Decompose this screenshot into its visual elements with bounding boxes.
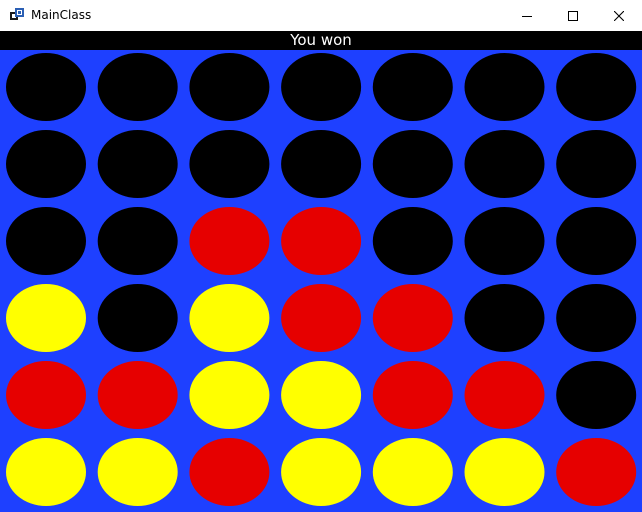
yellow-disc[interactable] <box>6 438 86 506</box>
empty-slot[interactable] <box>556 207 637 275</box>
empty-slot[interactable] <box>97 53 178 121</box>
empty-slot[interactable] <box>6 207 86 275</box>
empty-slot[interactable] <box>372 207 453 275</box>
red-disc[interactable] <box>189 207 270 275</box>
empty-slot[interactable] <box>189 130 270 198</box>
status-message: You won <box>0 31 642 50</box>
red-disc[interactable] <box>281 207 362 275</box>
close-icon <box>614 10 624 21</box>
red-disc[interactable] <box>189 438 270 506</box>
empty-slot[interactable] <box>372 130 453 198</box>
yellow-disc[interactable] <box>281 361 362 429</box>
red-disc[interactable] <box>97 361 178 429</box>
red-disc[interactable] <box>464 361 545 429</box>
empty-slot[interactable] <box>6 130 86 198</box>
empty-slot[interactable] <box>97 207 178 275</box>
empty-slot[interactable] <box>6 53 86 121</box>
yellow-disc[interactable] <box>281 438 362 506</box>
red-disc[interactable] <box>281 284 362 352</box>
empty-slot[interactable] <box>97 284 178 352</box>
empty-slot[interactable] <box>97 130 178 198</box>
yellow-disc[interactable] <box>189 361 270 429</box>
game-window: MainClass You won <box>0 0 642 512</box>
empty-slot[interactable] <box>556 361 637 429</box>
maximize-button[interactable] <box>550 0 596 31</box>
empty-slot[interactable] <box>281 130 362 198</box>
empty-slot[interactable] <box>372 53 453 121</box>
empty-slot[interactable] <box>556 284 637 352</box>
maximize-icon <box>568 10 578 21</box>
yellow-disc[interactable] <box>189 284 270 352</box>
red-disc[interactable] <box>556 438 637 506</box>
empty-slot[interactable] <box>189 53 270 121</box>
title-bar[interactable]: MainClass <box>0 0 642 31</box>
minimize-button[interactable] <box>504 0 550 31</box>
java-app-icon <box>10 8 24 20</box>
empty-slot[interactable] <box>464 284 545 352</box>
empty-slot[interactable] <box>556 53 637 121</box>
empty-slot[interactable] <box>281 53 362 121</box>
yellow-disc[interactable] <box>372 438 453 506</box>
yellow-disc[interactable] <box>6 284 86 352</box>
red-disc[interactable] <box>372 284 453 352</box>
yellow-disc[interactable] <box>464 438 545 506</box>
red-disc[interactable] <box>372 361 453 429</box>
board-grid[interactable] <box>0 50 642 512</box>
empty-slot[interactable] <box>464 207 545 275</box>
close-button[interactable] <box>596 0 642 31</box>
empty-slot[interactable] <box>464 53 545 121</box>
empty-slot[interactable] <box>464 130 545 198</box>
game-board[interactable] <box>0 50 642 512</box>
red-disc[interactable] <box>6 361 86 429</box>
minimize-icon <box>522 15 532 17</box>
empty-slot[interactable] <box>556 130 637 198</box>
window-title: MainClass <box>31 8 92 22</box>
yellow-disc[interactable] <box>97 438 178 506</box>
